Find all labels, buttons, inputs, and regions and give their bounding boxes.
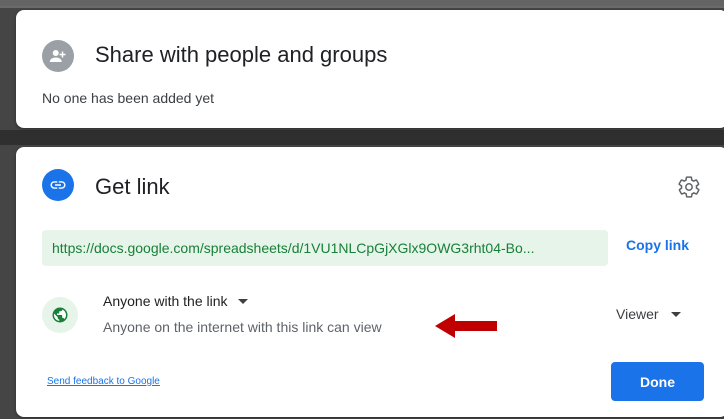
person-add-icon [42, 40, 74, 72]
arrow-left-icon [435, 313, 497, 344]
link-url-field[interactable]: https://docs.google.com/spreadsheets/d/1… [42, 230, 608, 266]
link-icon [42, 169, 74, 201]
done-button[interactable]: Done [611, 362, 704, 401]
no-one-added-text: No one has been added yet [42, 90, 215, 106]
role-label: Viewer [616, 306, 659, 322]
chevron-down-icon [237, 298, 248, 304]
background-strip [0, 0, 724, 8]
share-title: Share with people and groups [95, 42, 388, 67]
get-link-title: Get link [95, 174, 170, 199]
role-dropdown[interactable]: Viewer [616, 306, 681, 322]
access-level-dropdown[interactable]: Anyone with the link [103, 293, 248, 309]
access-description: Anyone on the internet with this link ca… [103, 319, 382, 335]
send-feedback-link[interactable]: Send feedback to Google [47, 376, 160, 387]
access-level-label: Anyone with the link [103, 293, 228, 309]
share-with-people-card: Share with people and groups No one has … [16, 10, 724, 128]
link-url-text: https://docs.google.com/spreadsheets/d/1… [52, 240, 535, 256]
chevron-down-icon [670, 311, 681, 317]
globe-icon [42, 297, 78, 333]
get-link-card: Get link https://docs.google.com/spreads… [16, 147, 724, 417]
gear-icon[interactable] [677, 175, 701, 199]
copy-link-button[interactable]: Copy link [626, 237, 689, 253]
